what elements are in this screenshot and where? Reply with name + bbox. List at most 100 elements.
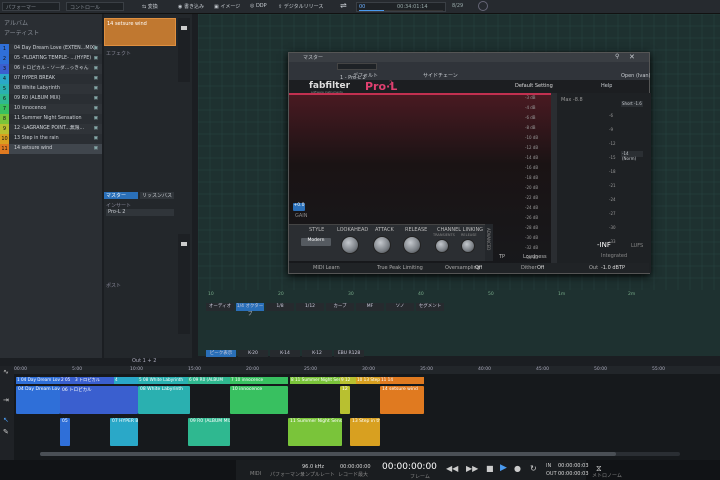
horizontal-scrollbar[interactable]	[40, 452, 680, 456]
track-row[interactable]: 3 06 トロピカル・ソーダ...っきゃん ▣	[0, 64, 102, 74]
convert-button[interactable]: ⇆ 変換	[140, 2, 160, 11]
close-icon[interactable]: ✕	[629, 53, 635, 61]
track-row[interactable]: 9 12 -LAGRANGE POINT...無限... ▣	[0, 124, 102, 134]
rewind-icon[interactable]: ◀◀	[446, 464, 458, 473]
control-field[interactable]: コントロール	[66, 2, 124, 11]
marker[interactable]: 11 14	[380, 377, 424, 384]
sync-icon[interactable]: ⇌	[338, 0, 349, 10]
open-button[interactable]: Open (Ivan)	[621, 73, 651, 79]
clip[interactable]: 12	[340, 386, 350, 414]
track-row[interactable]: 6 09 R0 (ALBUM MIX) ▣	[0, 94, 102, 104]
editor-tab[interactable]: 1/4 オクターブ	[236, 303, 264, 317]
marker[interactable]: 2 05	[60, 377, 74, 384]
scroll-thumb[interactable]	[40, 452, 616, 456]
clip[interactable]: 10 innocence	[230, 386, 288, 414]
image-button[interactable]: ▣ イメージ	[212, 2, 242, 11]
track-row[interactable]: 7 10 innocence ▣	[0, 104, 102, 114]
clip[interactable]: 04 Day Dream Love (E	[16, 386, 60, 414]
style-select[interactable]: Modern	[301, 238, 331, 246]
gain-value[interactable]: +0.0	[293, 203, 305, 211]
loudness-toggle[interactable]: Loudness	[523, 254, 547, 260]
track-icon[interactable]: ▣	[93, 74, 98, 84]
track-fader[interactable]	[178, 18, 190, 82]
track-row[interactable]: 1 04 Day Dream Love (EXTEN...MIX) ▣	[0, 44, 102, 54]
editor-tab[interactable]: 1/12	[296, 303, 324, 311]
clip[interactable]: 07 HYPER B	[110, 418, 138, 446]
track-icon[interactable]: ▣	[93, 54, 98, 64]
marker[interactable]: 9 12	[340, 377, 356, 384]
track-icon[interactable]: ▣	[93, 84, 98, 94]
attack-knob[interactable]	[373, 236, 391, 254]
release-knob[interactable]	[403, 236, 421, 254]
editor-tab[interactable]: 1/8	[266, 303, 294, 311]
true-peak-button[interactable]: True Peak Limiting	[377, 265, 423, 271]
out-position[interactable]: 00:00:00:03	[558, 471, 589, 477]
track-icon[interactable]: ▣	[93, 64, 98, 74]
editor-tab[interactable]: カーブ	[326, 303, 354, 311]
marker[interactable]: 8 11 Summer Night Sens	[290, 377, 340, 384]
marker[interactable]: 4	[114, 377, 138, 384]
tab-master[interactable]: マスター	[104, 192, 138, 199]
write-button[interactable]: ◉ 書き込み	[176, 2, 206, 11]
lufs-target[interactable]: -14 (Norm)	[621, 151, 643, 161]
stop-icon[interactable]: ■	[486, 464, 494, 473]
track-icon[interactable]: ▣	[93, 104, 98, 114]
ddp-button[interactable]: ◎ DDP	[248, 2, 269, 11]
out-value[interactable]: -1.0 dBTP	[601, 265, 625, 271]
dither-value[interactable]: Off	[537, 265, 544, 271]
meter-tab[interactable]: K-20	[238, 350, 268, 357]
marker[interactable]: 6 09 R0 (ALBUM	[188, 377, 230, 384]
track-icon[interactable]: ▣	[93, 44, 98, 54]
track-icon[interactable]: ▣	[93, 134, 98, 144]
loop-icon[interactable]: ↻	[530, 464, 537, 473]
clip[interactable]: 08 White Labyrinth	[138, 386, 190, 414]
pin-icon[interactable]: ⚲	[615, 53, 619, 60]
meter-tab[interactable]: K-12	[302, 350, 332, 357]
clip[interactable]: 05	[60, 418, 70, 446]
preset-name[interactable]: Default Setting	[515, 83, 553, 89]
track-row[interactable]: 11 14 setsure wind ▣	[0, 144, 102, 154]
in-position[interactable]: 00:00:00:03	[558, 463, 589, 469]
lookahead-knob[interactable]	[341, 236, 359, 254]
release-link-knob[interactable]	[461, 239, 475, 253]
master-fader[interactable]	[178, 234, 190, 334]
editor-tab[interactable]: ソノ	[386, 303, 414, 311]
track-icon[interactable]: ▣	[93, 114, 98, 124]
oversampling-value[interactable]: Off	[475, 265, 482, 271]
record-icon[interactable]: ●	[514, 464, 521, 473]
transients-knob[interactable]	[435, 239, 449, 253]
fast-forward-icon[interactable]: ▶▶	[466, 464, 478, 473]
slot-select[interactable]: 1 - Pro-L 2	[337, 63, 377, 81]
clock-icon[interactable]	[478, 1, 488, 11]
curve-icon[interactable]: ∿	[3, 368, 9, 376]
meter-tab[interactable]: K-14	[270, 350, 300, 357]
master-fader-handle[interactable]	[181, 242, 187, 246]
arrow-tool-icon[interactable]: ⇥	[3, 396, 9, 404]
play-icon[interactable]: ▶	[500, 463, 507, 473]
meter-tab[interactable]: ピーク表示	[206, 350, 236, 357]
marker[interactable]: 7 10 innocence	[230, 377, 288, 384]
track-row[interactable]: 10 13 Step in the rain ▣	[0, 134, 102, 144]
preset-select[interactable]: デフォルト	[353, 72, 378, 79]
marker[interactable]: 1 04 Day Dream Lov	[16, 377, 60, 384]
track-row[interactable]: 4 07 HYPER BREAK ▣	[0, 74, 102, 84]
marker[interactable]: 10 13 Step in	[356, 377, 380, 384]
editor-tab[interactable]: セグメント	[416, 303, 444, 311]
track-row[interactable]: 2 05 -FLOATING TEMPLE- ...(HYPE) ▣	[0, 54, 102, 64]
performer-field[interactable]: パフォーマー	[2, 2, 60, 11]
tab-listenbus[interactable]: リッスンバス	[140, 192, 174, 199]
clip[interactable]: 11 Summer Night Sensat	[288, 418, 342, 446]
track-icon[interactable]: ▣	[93, 94, 98, 104]
marker[interactable]: 3 トロピカル	[74, 377, 114, 384]
help-button[interactable]: Help	[601, 83, 612, 89]
midi-learn-button[interactable]: MIDI Learn	[313, 265, 340, 271]
track-icon[interactable]: ▣	[93, 144, 98, 154]
editor-tab[interactable]: MF	[356, 303, 384, 311]
clip[interactable]: 13 Step in the	[350, 418, 380, 446]
clip[interactable]: 06 トロピカル	[60, 386, 138, 414]
clip[interactable]: 09 R0 (ALBUM MIX)	[188, 418, 230, 446]
selected-track[interactable]: 14 setsure wind	[104, 18, 176, 46]
track-row[interactable]: 5 08 White Labyrinth ▣	[0, 84, 102, 94]
meter-tab[interactable]: EBU R128	[334, 350, 364, 357]
digital-release-button[interactable]: ⇪ デジタルリリース	[276, 2, 325, 11]
